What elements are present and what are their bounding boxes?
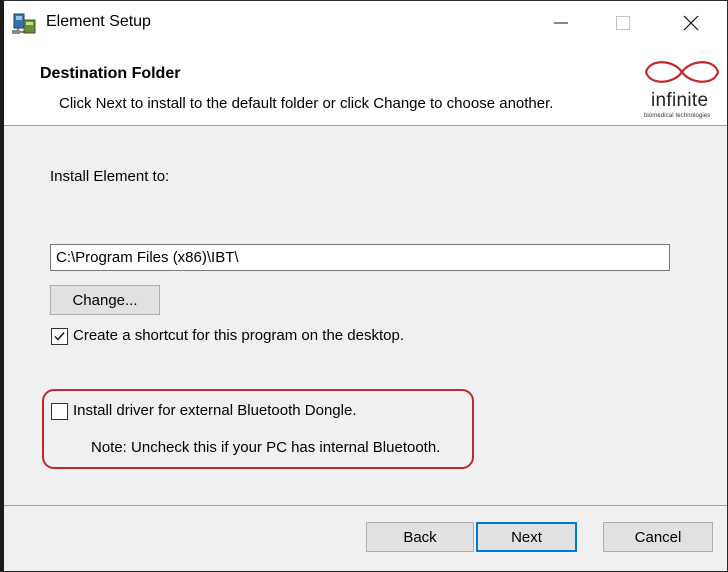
page-title: Destination Folder <box>40 65 181 82</box>
change-button[interactable]: Change... <box>50 285 160 315</box>
infinity-logo-icon <box>644 61 720 83</box>
install-path-field[interactable] <box>50 244 670 271</box>
header-divider <box>4 125 727 126</box>
close-icon <box>683 15 699 31</box>
minimize-button[interactable] <box>538 1 584 45</box>
minimize-icon <box>554 22 568 24</box>
bluetooth-highlight-box <box>42 389 474 469</box>
setup-window: Element Setup Destination Folder Click N… <box>0 0 728 572</box>
installer-icon <box>12 11 38 35</box>
page-header: Destination Folder Click Next to install… <box>4 45 727 125</box>
bluetooth-driver-label[interactable]: Install driver for external Bluetooth Do… <box>73 402 356 419</box>
checkmark-icon <box>54 332 65 341</box>
close-button[interactable] <box>668 1 714 45</box>
logo-subtitle: biomedical technologies <box>644 113 711 119</box>
footer-divider <box>4 505 727 506</box>
cancel-button[interactable]: Cancel <box>603 522 713 552</box>
maximize-icon <box>616 16 630 30</box>
shortcut-checkbox-label[interactable]: Create a shortcut for this program on th… <box>73 327 404 344</box>
maximize-button <box>600 1 646 45</box>
logo-wordmark: infinite <box>651 90 709 111</box>
window-title: Element Setup <box>46 13 151 30</box>
install-location-label: Install Element to: <box>50 168 170 185</box>
title-bar[interactable]: Element Setup <box>4 1 727 45</box>
bluetooth-driver-checkbox[interactable] <box>51 403 68 420</box>
shortcut-checkbox[interactable] <box>51 328 68 345</box>
bluetooth-note: Note: Uncheck this if your PC has intern… <box>91 439 441 456</box>
back-button[interactable]: Back <box>366 522 474 552</box>
page-description: Click Next to install to the default fol… <box>59 95 554 112</box>
next-button[interactable]: Next <box>476 522 577 552</box>
